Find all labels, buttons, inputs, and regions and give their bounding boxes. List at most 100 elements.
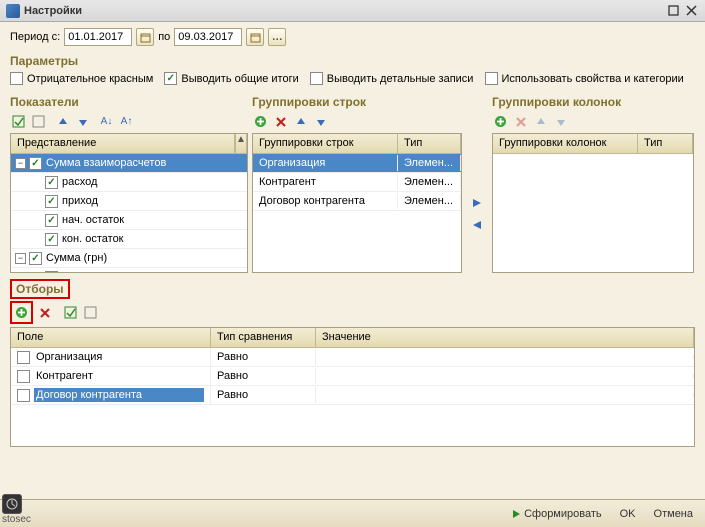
period-to-label: по — [158, 31, 170, 43]
filter-row[interactable]: КонтрагентРавно — [11, 367, 694, 386]
expand-icon[interactable]: − — [15, 253, 26, 264]
indicator-row[interactable]: −✓ Сумма (грн) — [11, 249, 247, 268]
indicator-label: Сумма (грн) — [46, 252, 107, 264]
indicators-grid[interactable]: Представление ▲ −✓Сумма взаиморасчетов✓р… — [10, 133, 248, 273]
filters-col2: Тип сравнения — [211, 328, 316, 347]
indicator-row[interactable]: ✓ приход — [11, 192, 247, 211]
details-checkbox[interactable] — [310, 72, 323, 85]
check-all-icon[interactable] — [10, 113, 27, 130]
window-title: Настройки — [24, 5, 82, 17]
filter-checkbox[interactable] — [17, 370, 30, 383]
filters-title: Отборы — [16, 282, 64, 296]
row-group-type: Элемен... — [398, 174, 461, 190]
delete-col-group-icon[interactable] — [512, 113, 529, 130]
grid-scroll-up-icon[interactable]: ▲ — [235, 134, 247, 153]
indicators-col-head: Представление — [11, 134, 235, 153]
filter-name: Договор контрагента — [34, 388, 204, 402]
col-group-up-icon[interactable] — [532, 113, 549, 130]
row-group-type: Элемен... — [398, 155, 461, 171]
add-col-group-icon[interactable] — [492, 113, 509, 130]
filter-checkbox[interactable] — [17, 389, 30, 402]
row-groups-toolbar — [252, 113, 462, 130]
filters-col3: Значение — [316, 328, 694, 347]
row-group-row[interactable]: КонтрагентЭлемен... — [253, 173, 461, 192]
move-left-icon[interactable] — [468, 216, 486, 234]
filter-checkbox[interactable] — [17, 351, 30, 364]
ok-button[interactable]: OK — [616, 506, 640, 522]
row-group-down-icon[interactable] — [312, 113, 329, 130]
filter-row[interactable]: Договор контрагентаРавно — [11, 386, 694, 405]
transfer-buttons — [466, 95, 488, 273]
row-checkbox[interactable]: ✓ — [29, 252, 42, 265]
filter-uncheck-all-icon[interactable] — [82, 304, 99, 321]
uncheck-all-icon[interactable] — [30, 113, 47, 130]
row-checkbox[interactable]: ✓ — [45, 176, 58, 189]
col-group-down-icon[interactable] — [552, 113, 569, 130]
date-to-input[interactable] — [174, 28, 242, 46]
row-checkbox[interactable]: ✓ — [29, 157, 42, 170]
period-from-label: Период с: — [10, 31, 60, 43]
neg-red-label: Отрицательное красным — [27, 73, 153, 85]
neg-red-checkbox[interactable] — [10, 72, 23, 85]
params-checkbox-row: Отрицательное красным ✓ Выводить общие и… — [10, 72, 695, 85]
row-groups-grid[interactable]: Группировки строк Тип ОрганизацияЭлемен.… — [252, 133, 462, 273]
calendar-to-icon[interactable] — [246, 28, 264, 46]
col-groups-grid[interactable]: Группировки колонок Тип — [492, 133, 694, 273]
period-picker-button[interactable]: … — [268, 28, 286, 46]
row-groups-col2: Тип — [398, 134, 461, 153]
indicator-label: расход — [62, 176, 97, 188]
filters-title-highlight: Отборы — [10, 279, 70, 299]
totals-checkbox[interactable]: ✓ — [164, 72, 177, 85]
indicator-row[interactable]: ✓расход — [11, 268, 247, 273]
col-groups-col2: Тип — [638, 134, 693, 153]
filter-value — [316, 393, 694, 397]
calendar-from-icon[interactable] — [136, 28, 154, 46]
row-checkbox[interactable]: ✓ — [45, 233, 58, 246]
maximize-button[interactable] — [665, 4, 681, 18]
indicator-row[interactable]: −✓Сумма взаиморасчетов — [11, 154, 247, 173]
totals-label: Выводить общие итоги — [181, 73, 298, 85]
filter-row[interactable]: ОрганизацияРавно — [11, 348, 694, 367]
submit-button[interactable]: Сформировать — [507, 506, 606, 522]
row-group-row[interactable]: ОрганизацияЭлемен... — [253, 154, 461, 173]
row-groups-title: Группировки строк — [252, 95, 462, 109]
row-checkbox[interactable]: ✓ — [45, 195, 58, 208]
filter-check-all-icon[interactable] — [62, 304, 79, 321]
period-row: Период с: по … — [10, 28, 695, 46]
expand-icon[interactable]: − — [15, 158, 26, 169]
sort-asc-icon[interactable]: A↓ — [98, 113, 115, 130]
filter-name: Контрагент — [34, 369, 204, 383]
move-down-icon[interactable] — [74, 113, 91, 130]
indicator-row[interactable]: ✓ расход — [11, 173, 247, 192]
filter-value — [316, 355, 694, 359]
indicators-panel: Показатели A↓ A↑ Представление ▲ −✓Сумма… — [10, 95, 248, 273]
row-checkbox[interactable]: ✓ — [45, 214, 58, 227]
row-group-up-icon[interactable] — [292, 113, 309, 130]
indicator-row[interactable]: ✓ нач. остаток — [11, 211, 247, 230]
move-up-icon[interactable] — [54, 113, 71, 130]
filters-grid[interactable]: Поле Тип сравнения Значение ОрганизацияР… — [10, 327, 695, 447]
row-groups-panel: Группировки строк Группировки строк Тип … — [252, 95, 462, 273]
date-from-input[interactable] — [64, 28, 132, 46]
sort-desc-icon[interactable]: A↑ — [118, 113, 135, 130]
props-checkbox[interactable] — [485, 72, 498, 85]
delete-row-group-icon[interactable] — [272, 113, 289, 130]
move-right-icon[interactable] — [468, 194, 486, 212]
add-row-group-icon[interactable] — [252, 113, 269, 130]
delete-filter-icon[interactable] — [36, 304, 53, 321]
submit-label: Сформировать — [524, 508, 602, 520]
cancel-button[interactable]: Отмена — [650, 506, 697, 522]
add-filter-highlight — [10, 301, 33, 324]
indicator-label: нач. остаток — [62, 214, 124, 226]
row-group-name: Договор контрагента — [253, 193, 398, 209]
close-button[interactable] — [683, 4, 699, 18]
params-title: Параметры — [10, 54, 695, 68]
row-group-type: Элемен... — [398, 193, 461, 209]
indicator-row[interactable]: ✓кон. остаток — [11, 230, 247, 249]
row-group-name: Организация — [253, 155, 398, 171]
indicator-label: приход — [62, 195, 98, 207]
row-group-row[interactable]: Договор контрагентаЭлемен... — [253, 192, 461, 211]
row-checkbox[interactable]: ✓ — [45, 271, 58, 274]
watermark-icon — [2, 494, 22, 514]
add-filter-icon[interactable] — [13, 304, 30, 321]
